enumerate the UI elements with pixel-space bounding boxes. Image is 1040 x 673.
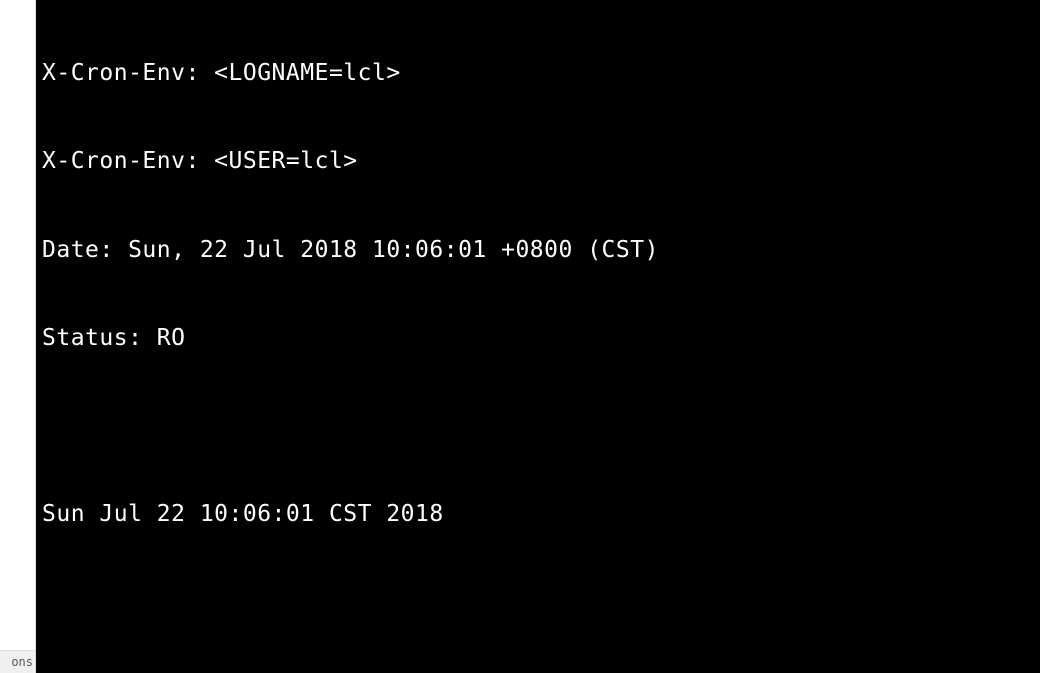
sidebar-label: ons [0,650,35,673]
terminal-blank-line [42,589,1034,618]
terminal-output[interactable]: X-Cron-Env: <LOGNAME=lcl> X-Cron-Env: <U… [36,0,1040,673]
terminal-line: X-Cron-Env: <LOGNAME=lcl> [42,59,1034,88]
terminal-blank-line [42,412,1034,441]
terminal-line: Sun Jul 22 10:06:01 CST 2018 [42,500,1034,529]
sidebar-top-area [0,0,35,650]
left-sidebar: ons [0,0,36,673]
terminal-line: Status: RO [42,324,1034,353]
terminal-line: X-Cron-Env: <USER=lcl> [42,147,1034,176]
terminal-line: Date: Sun, 22 Jul 2018 10:06:01 +0800 (C… [42,236,1034,265]
